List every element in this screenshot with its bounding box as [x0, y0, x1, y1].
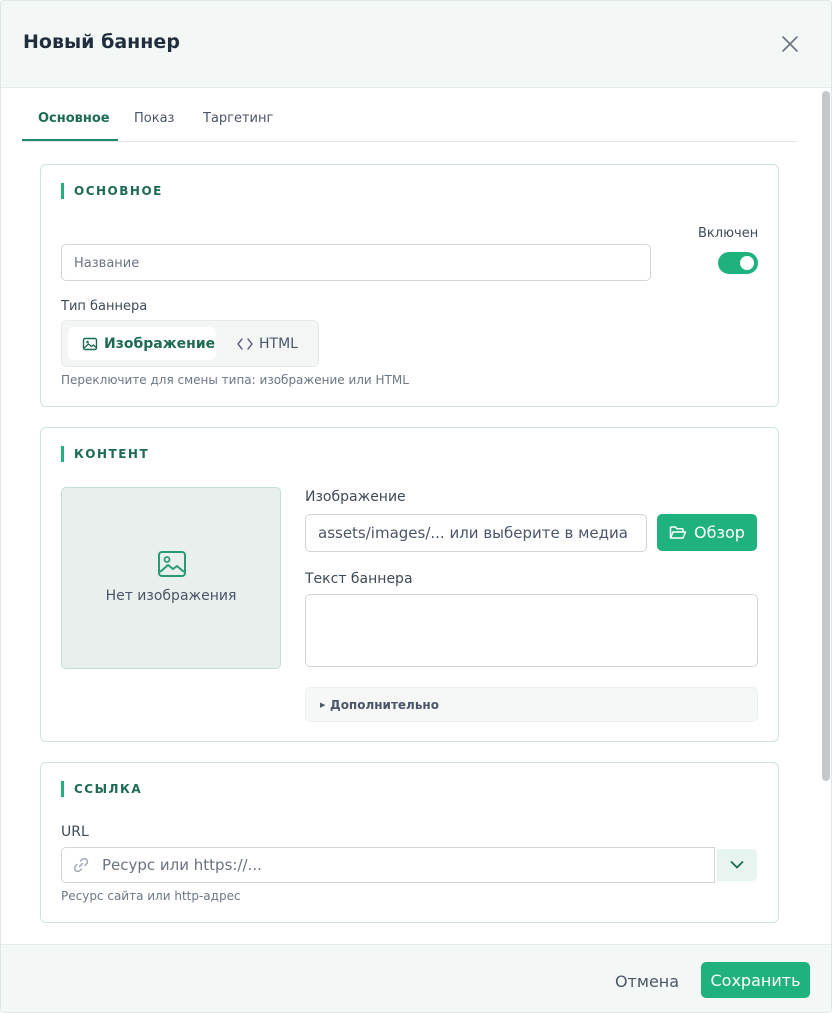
save-button[interactable]: Сохранить [701, 962, 810, 998]
cancel-button[interactable]: Отмена [605, 963, 689, 999]
section-title-basic: ОСНОВНОЕ [61, 183, 163, 199]
image-placeholder-icon [158, 551, 186, 577]
enabled-label: Включен [698, 226, 759, 241]
modal-header: Новый баннер [1, 1, 831, 88]
close-icon [782, 36, 798, 52]
section-title-link: ССЫЛКА [61, 781, 142, 797]
toggle-knob [740, 256, 754, 270]
image-path-input[interactable]: assets/images/... или выберите в медиа [305, 514, 647, 552]
tab-display[interactable]: Показ [134, 111, 174, 126]
tab-targeting[interactable]: Таргетинг [203, 111, 273, 126]
image-icon [82, 337, 98, 350]
scrollbar-thumb[interactable] [822, 91, 830, 781]
banner-text-label: Текст баннера [305, 571, 413, 587]
link-icon [73, 857, 89, 873]
banner-text-area[interactable] [305, 594, 758, 667]
tab-bar: Основное Показ Таргетинг [22, 101, 797, 142]
no-image-text: Нет изображения [105, 588, 237, 604]
tab-basic[interactable]: Основное [38, 111, 110, 126]
folder-open-icon [669, 525, 687, 539]
close-button[interactable] [778, 32, 802, 56]
advanced-label: Дополнительно [330, 698, 439, 712]
banner-type-switch: Изображение HTML [61, 320, 319, 367]
browse-button-label: Обзор [694, 523, 745, 542]
type-option-image-label: Изображение [104, 335, 216, 352]
image-label: Изображение [305, 489, 406, 505]
section-title-content: КОНТЕНТ [61, 446, 149, 462]
url-hint: Ресурс сайта или http-адрес [61, 889, 241, 903]
modal-footer: Отмена Сохранить [1, 944, 831, 1012]
url-input[interactable]: Ресурс или https://... [61, 847, 715, 883]
type-option-image[interactable]: Изображение [68, 327, 216, 360]
modal-title: Новый баннер [23, 31, 180, 53]
banner-modal: Новый баннер Основное Показ Таргетинг ОС… [0, 0, 832, 1013]
chevron-down-icon [730, 861, 744, 869]
active-tab-indicator [22, 139, 118, 141]
banner-type-label: Тип баннера [61, 299, 148, 314]
name-input[interactable]: Название [61, 244, 651, 281]
content-section: КОНТЕНТ Нет изображения Изображение asse… [40, 427, 779, 742]
type-option-html-label: HTML [259, 335, 298, 352]
caret-right-icon: ▶ [320, 701, 326, 709]
type-option-html[interactable]: HTML [230, 327, 314, 360]
banner-type-hint: Переключите для смены типа: изображение … [61, 373, 409, 387]
url-dropdown-button[interactable] [717, 849, 757, 881]
url-label: URL [61, 824, 89, 840]
browse-button[interactable]: Обзор [657, 514, 757, 551]
advanced-toggle[interactable]: ▶ Дополнительно [305, 687, 758, 722]
url-placeholder: Ресурс или https://... [102, 856, 262, 874]
link-section: ССЫЛКА URL Ресурс или https://... Ресурс… [40, 762, 779, 923]
image-preview[interactable]: Нет изображения [61, 487, 281, 669]
basic-section: ОСНОВНОЕ Название Включен Тип баннера Из… [40, 164, 779, 407]
code-icon [237, 337, 253, 350]
enabled-toggle[interactable] [718, 252, 758, 274]
